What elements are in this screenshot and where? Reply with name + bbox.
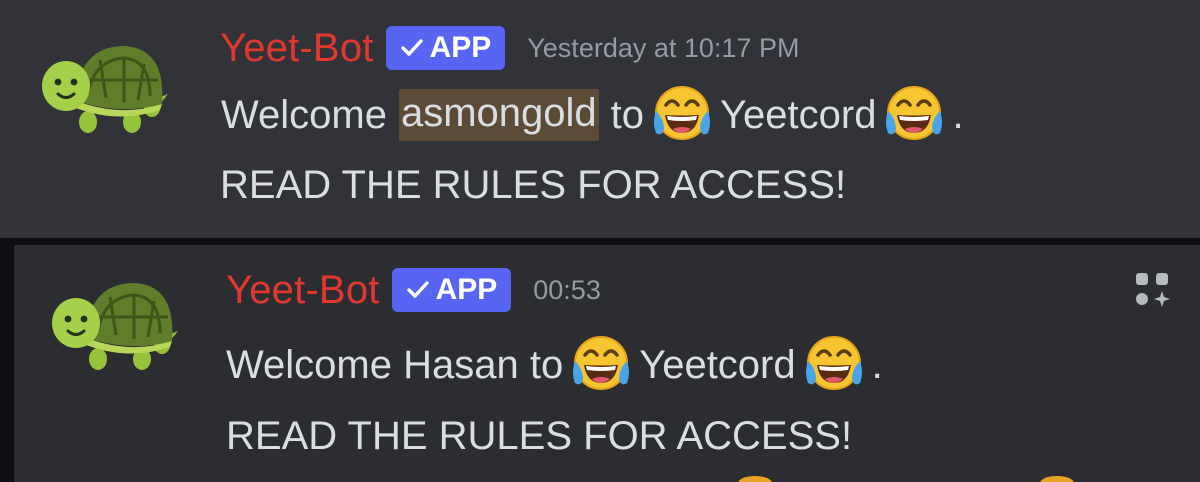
timestamp[interactable]: Yesterday at 10:17 PM [527, 34, 799, 62]
face-with-tears-of-joy-icon [882, 83, 946, 147]
rules-text: READ THE RULES FOR ACCESS! [220, 163, 847, 207]
app-badge-label: APP [429, 31, 492, 64]
message-content: Welcome asmongold to Yeetcord . [221, 89, 964, 141]
period-text: . [952, 93, 964, 137]
divider [0, 238, 1200, 245]
to-text: to [610, 93, 645, 137]
message-2[interactable]: Yeet-Bot APP 00:53 Welcome Hasan to Yeet… [14, 245, 1200, 482]
app-badge: APP [385, 26, 506, 70]
face-with-tears-of-joy-icon [569, 333, 633, 397]
author-name[interactable]: Yeet-Bot [220, 28, 374, 68]
user-mention[interactable]: asmongold [398, 89, 599, 141]
app-badge: APP [391, 268, 512, 312]
checkmark-icon [404, 276, 432, 304]
server-name-text: Yeetcord [720, 93, 877, 137]
message-content: Welcome Hasan to Yeetcord . [226, 335, 883, 395]
welcome-text: Welcome [221, 93, 387, 137]
app-actions-icon[interactable] [1132, 269, 1172, 309]
message-header: Yeet-Bot APP 00:53 [226, 261, 601, 319]
checkmark-icon [398, 34, 426, 62]
turtle-icon[interactable] [50, 275, 178, 375]
face-with-tears-of-joy-icon [1040, 476, 1074, 482]
face-with-tears-of-joy-icon [650, 83, 714, 147]
welcome-text: Welcome Hasan to [226, 343, 564, 387]
app-badge-label: APP [435, 273, 498, 306]
face-with-tears-of-joy-icon [802, 333, 866, 397]
face-with-tears-of-joy-icon [738, 476, 772, 482]
rules-text: READ THE RULES FOR ACCESS! [226, 414, 853, 458]
timestamp[interactable]: 00:53 [533, 276, 601, 304]
turtle-icon[interactable] [40, 38, 168, 138]
server-name-text: Yeetcord [639, 343, 796, 387]
message-header: Yeet-Bot APP Yesterday at 10:17 PM [220, 20, 799, 76]
period-text: . [871, 343, 883, 387]
author-name[interactable]: Yeet-Bot [226, 270, 380, 310]
message-1[interactable]: Yeet-Bot APP Yesterday at 10:17 PM Welco… [0, 0, 1200, 238]
